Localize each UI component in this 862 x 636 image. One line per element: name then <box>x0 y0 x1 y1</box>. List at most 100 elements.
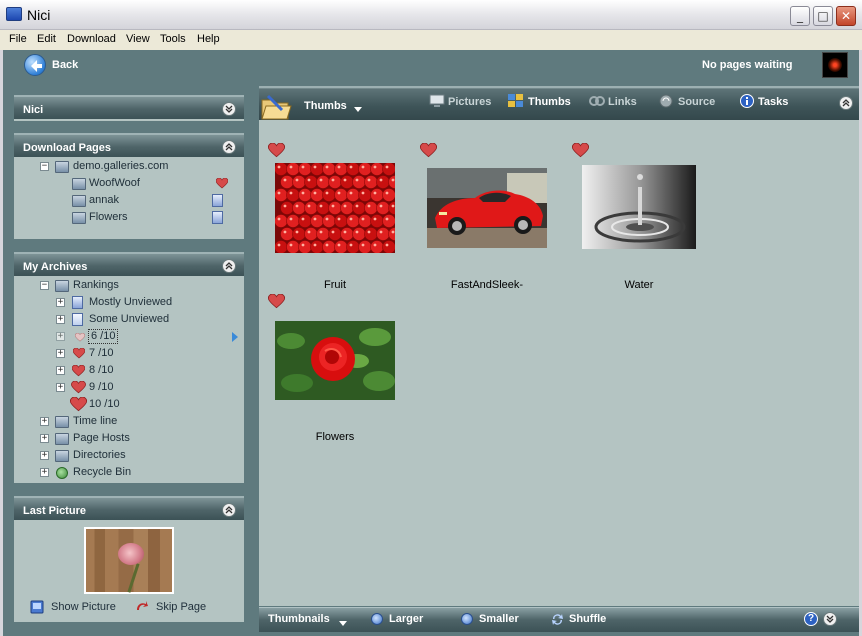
tree-item-woofwoof[interactable]: WoofWoof <box>72 176 232 192</box>
menu-tools[interactable]: Tools <box>160 33 186 45</box>
smaller-icon[interactable] <box>461 613 473 625</box>
webcam-icon[interactable] <box>822 52 848 78</box>
back-button[interactable]: Back <box>52 59 78 71</box>
show-picture-icon[interactable] <box>30 600 44 614</box>
show-picture-button[interactable]: Show Picture <box>51 601 116 613</box>
shuffle-icon[interactable] <box>551 613 564 626</box>
thumbs-tab-icon <box>508 94 523 107</box>
heart-icon <box>72 365 85 377</box>
menu-edit[interactable]: Edit <box>37 33 56 45</box>
expand-tree-icon[interactable]: + <box>40 451 49 460</box>
expand-tree-icon[interactable]: + <box>56 349 65 358</box>
last-picture-header[interactable]: Last Picture <box>14 496 244 520</box>
heart-icon <box>70 397 87 412</box>
tree-mostly-unviewed[interactable]: + Mostly Unviewed <box>56 295 236 311</box>
last-picture-thumbnail[interactable] <box>84 527 174 594</box>
expand-tree-icon[interactable]: + <box>40 434 49 443</box>
minimize-button[interactable]: _ <box>790 6 810 26</box>
view-mode-dropdown-icon[interactable] <box>354 107 362 112</box>
tab-pictures[interactable]: Pictures <box>448 96 491 108</box>
thumbnail-car[interactable] <box>427 168 547 248</box>
tree-rank-10[interactable]: 10 /10 <box>56 397 236 413</box>
menu-download[interactable]: Download <box>67 33 116 45</box>
expand-tree-icon[interactable]: + <box>56 332 65 341</box>
unviewed-icon <box>72 296 83 309</box>
tree-rank-8[interactable]: + 8 /10 <box>56 363 236 379</box>
my-archives-title: My Archives <box>23 261 88 273</box>
gallery-icon <box>72 195 86 207</box>
larger-icon[interactable] <box>371 613 383 625</box>
expand-chevron-icon[interactable] <box>823 612 837 626</box>
tree-rankings[interactable]: − Rankings <box>40 278 240 294</box>
rankings-label: Rankings <box>73 279 119 291</box>
thumbnails-mode-button[interactable]: Thumbnails <box>268 613 330 625</box>
favorite-heart-icon[interactable] <box>420 143 437 158</box>
tab-tasks[interactable]: Tasks <box>758 96 788 108</box>
archive-label: Recycle Bin <box>73 466 132 478</box>
nici-panel: Nici <box>14 95 244 121</box>
nici-panel-header[interactable]: Nici <box>14 95 244 119</box>
favorite-heart-icon[interactable] <box>268 143 285 158</box>
tree-timeline[interactable]: + Time line <box>40 414 240 430</box>
favorite-heart-icon[interactable] <box>268 294 285 309</box>
expand-tree-icon[interactable]: + <box>56 298 65 307</box>
skip-arrow-icon[interactable] <box>135 599 149 613</box>
my-archives-header[interactable]: My Archives <box>14 252 244 276</box>
collapse-chevron-icon[interactable] <box>222 140 236 154</box>
tree-some-unviewed[interactable]: + Some Unviewed <box>56 312 236 328</box>
tree-page-hosts[interactable]: + Page Hosts <box>40 431 240 447</box>
help-icon[interactable]: ? <box>804 612 818 626</box>
site-label: demo.galleries.com <box>73 160 169 172</box>
skip-page-button[interactable]: Skip Page <box>156 601 206 613</box>
favorite-heart-icon[interactable] <box>572 143 589 158</box>
menu-bar: File Edit Download View Tools Help <box>0 30 862 50</box>
thumbnail-water[interactable] <box>582 165 696 249</box>
menu-view[interactable]: View <box>126 33 150 45</box>
tree-recycle-bin[interactable]: + Recycle Bin <box>40 465 240 481</box>
tree-item-annak[interactable]: annak <box>72 193 232 209</box>
tree-rank-7[interactable]: + 7 /10 <box>56 346 236 362</box>
close-button[interactable]: ✕ <box>836 6 856 26</box>
collapse-tree-icon[interactable]: − <box>40 162 49 171</box>
expand-tree-icon[interactable]: + <box>40 417 49 426</box>
larger-button[interactable]: Larger <box>389 613 423 625</box>
collapse-chevron-icon[interactable] <box>839 96 853 110</box>
tree-rank-6[interactable]: + 6 /10 <box>56 329 242 345</box>
tab-thumbs[interactable]: Thumbs <box>528 96 571 108</box>
heart-icon <box>71 381 86 394</box>
thumbnail-fruit[interactable] <box>275 163 395 253</box>
tab-source[interactable]: Source <box>678 96 715 108</box>
expand-chevron-icon[interactable] <box>222 102 236 116</box>
arrow-right-icon[interactable] <box>231 332 239 342</box>
collapse-chevron-icon[interactable] <box>222 503 236 517</box>
ranking-label: 6 /10 <box>88 329 119 344</box>
download-pages-header[interactable]: Download Pages <box>14 133 244 157</box>
expand-tree-icon[interactable]: + <box>56 383 65 392</box>
tree-directories[interactable]: + Directories <box>40 448 240 464</box>
gallery-label: WoofWoof <box>89 177 140 189</box>
expand-tree-icon[interactable]: + <box>40 468 49 477</box>
menu-file[interactable]: File <box>9 33 27 45</box>
expand-tree-icon[interactable]: + <box>56 366 65 375</box>
collapse-tree-icon[interactable]: − <box>40 281 49 290</box>
collapse-chevron-icon[interactable] <box>222 259 236 273</box>
heart-icon <box>73 348 85 359</box>
site-icon <box>55 161 69 173</box>
page-icon <box>212 194 223 207</box>
tree-item-flowers[interactable]: Flowers <box>72 210 232 226</box>
tree-rank-9[interactable]: + 9 /10 <box>56 380 236 396</box>
gallery-icon <box>72 178 86 190</box>
back-arrow-icon[interactable] <box>24 54 46 76</box>
thumbnail-caption: Fruit <box>324 279 346 291</box>
thumbnail-flowers[interactable] <box>275 321 395 400</box>
tree-site-row[interactable]: − demo.galleries.com <box>40 159 240 175</box>
smaller-button[interactable]: Smaller <box>479 613 519 625</box>
expand-tree-icon[interactable]: + <box>56 315 65 324</box>
menu-help[interactable]: Help <box>197 33 220 45</box>
thumbnails-dropdown-icon[interactable] <box>339 621 347 626</box>
last-picture-title: Last Picture <box>23 505 86 517</box>
shuffle-button[interactable]: Shuffle <box>569 613 606 625</box>
tab-links[interactable]: Links <box>608 96 637 108</box>
view-mode-title[interactable]: Thumbs <box>304 100 347 112</box>
maximize-button[interactable]: □ <box>813 6 833 26</box>
